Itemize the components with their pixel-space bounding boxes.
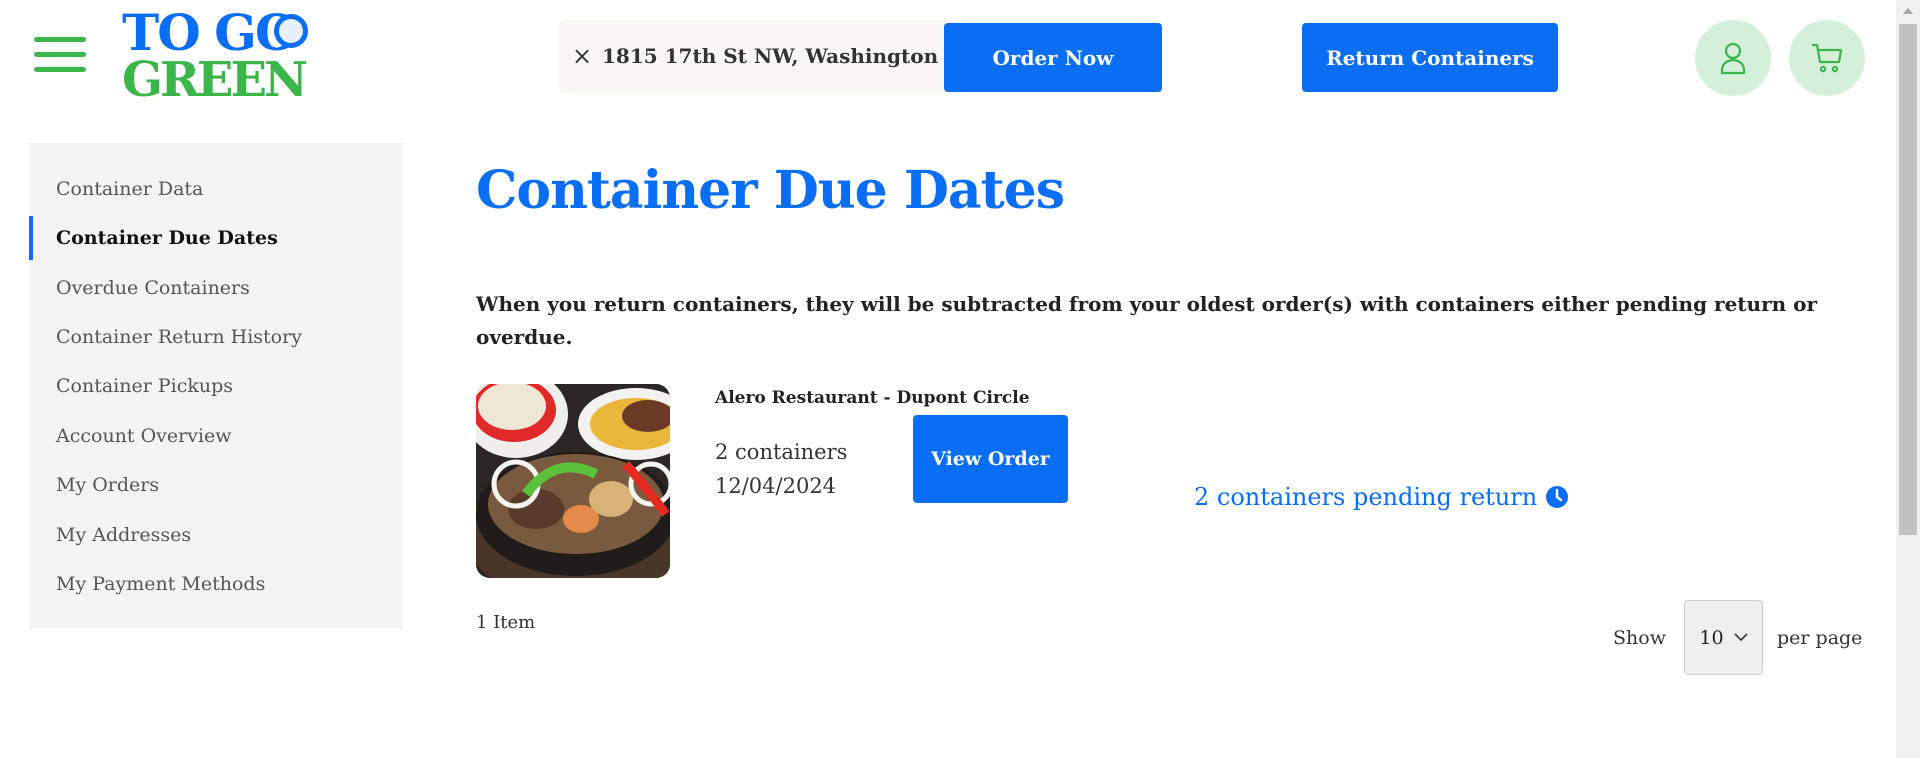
per-page-select[interactable]: 10 [1684,600,1763,675]
view-order-button[interactable]: View Order [913,415,1068,503]
pending-status-text: 2 containers pending return [1194,483,1538,511]
scrollbar[interactable] [1896,0,1920,758]
menu-icon-bar [34,67,86,72]
sidebar-item-my-orders[interactable]: My Orders [56,474,159,496]
sidebar-item-account-overview[interactable]: Account Overview [56,425,232,447]
logo-text-top: TO GO [122,3,298,62]
account-button[interactable] [1695,20,1771,96]
sidebar-item-container-due-dates[interactable]: Container Due Dates [56,227,278,249]
recycle-icon [274,14,308,48]
cart-icon [1812,43,1843,73]
scrollbar-thumb[interactable] [1899,24,1917,535]
order-date: 12/04/2024 [715,474,837,498]
restaurant-image [476,384,670,578]
address-text: 1815 17th St NW, Washington [602,44,939,68]
sidebar: Container Data Container Due Dates Overd… [29,143,403,629]
pending-status[interactable]: 2 containers pending return [1194,483,1569,511]
logo[interactable]: TO GO GREEN [122,8,322,104]
sidebar-item-container-pickups[interactable]: Container Pickups [56,375,233,397]
container-count: 2 containers [715,440,848,464]
return-containers-button[interactable]: Return Containers [1302,23,1558,92]
food-photo [476,384,670,578]
per-page-value: 10 [1699,626,1724,649]
description: When you return containers, they will be… [476,292,1817,349]
item-count: 1 Item [476,612,536,633]
sidebar-item-container-data[interactable]: Container Data [56,178,203,200]
page-title: Container Due Dates [476,160,1065,221]
logo-text-bottom: GREEN [122,52,308,108]
user-icon [1720,42,1746,75]
show-label: Show [1613,627,1666,649]
restaurant-name: Alero Restaurant - Dupont Circle [715,388,1030,408]
cart-button[interactable] [1789,20,1865,96]
scroll-up-arrow-icon[interactable] [1903,8,1913,14]
clock-icon [1546,486,1569,508]
menu-button[interactable] [34,37,86,73]
menu-icon-bar [34,52,86,57]
address-field[interactable]: × 1815 17th St NW, Washington [558,20,944,93]
menu-icon [34,37,86,42]
active-indicator [29,216,33,260]
sidebar-item-my-addresses[interactable]: My Addresses [56,524,191,546]
sidebar-item-container-return-history[interactable]: Container Return History [56,326,302,348]
per-page-label: per page [1777,627,1863,649]
sidebar-item-overdue-containers[interactable]: Overdue Containers [56,277,250,299]
clear-address-icon[interactable]: × [572,42,592,70]
sidebar-item-my-payment-methods[interactable]: My Payment Methods [56,573,265,595]
chevron-down-icon [1734,633,1748,642]
order-now-button[interactable]: Order Now [944,23,1162,92]
